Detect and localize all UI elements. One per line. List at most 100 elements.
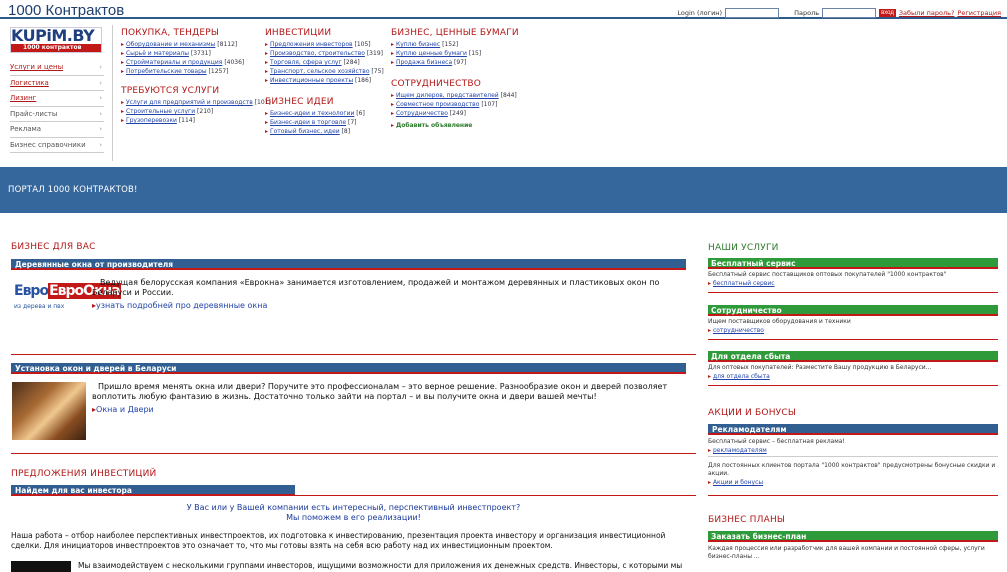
category-title: ПОКУПКА, ТЕНДЕРЫ bbox=[121, 28, 219, 38]
service-text: Бесплатный сервис поставщиков оптовых по… bbox=[708, 271, 947, 278]
invest-paragraph: Наша работа – отбор наиболее перспективн… bbox=[11, 531, 666, 550]
leftnav-item-ads[interactable]: Реклама › bbox=[10, 122, 104, 138]
category-coop: СОТРУДНИЧЕСТВО ▸ Ищем дилеров, представи… bbox=[391, 80, 531, 130]
list-item[interactable]: ▸ Торговля, сфера услуг [284] bbox=[265, 58, 389, 67]
promo-link[interactable]: ▸ Акции и бонусы bbox=[708, 479, 763, 487]
plan-bar: Заказать бизнес-план bbox=[708, 531, 998, 542]
leftnav-item-directories[interactable]: Бизнес справочники › bbox=[10, 138, 104, 153]
password-input[interactable] bbox=[822, 8, 877, 18]
business-item-bar: Установка окон и дверей в Беларуси bbox=[11, 363, 686, 374]
service-bar: Для отдела сбыта bbox=[708, 351, 998, 362]
category-title: ИНВЕСТИЦИИ bbox=[265, 28, 332, 38]
list-item[interactable]: ▸ Бизнес-идеи и технологии [6] bbox=[265, 109, 389, 118]
list-item[interactable]: ▸ Бизнес-идеи в торговле [7] bbox=[265, 118, 389, 127]
site-logo[interactable]: KUPiM.BY 1000 контрактов bbox=[10, 27, 102, 53]
list-item[interactable]: ▸ Потребительские товары [1257] bbox=[121, 67, 261, 76]
logo-subtext: 1000 контрактов bbox=[11, 44, 101, 52]
divider bbox=[708, 339, 998, 340]
category-title: СОТРУДНИЧЕСТВО bbox=[391, 79, 482, 89]
category-pokupka: ПОКУПКА, ТЕНДЕРЫ ▸ Оборудование и механи… bbox=[121, 29, 261, 76]
login-input[interactable] bbox=[725, 8, 780, 18]
logo-text: KUPiM.BY bbox=[11, 26, 95, 45]
chevron-right-icon: › bbox=[99, 140, 102, 149]
list-item[interactable]: ▸ Стройматериалы и продукция [4036] bbox=[121, 58, 261, 67]
divider bbox=[708, 385, 998, 386]
password-label: Пароль bbox=[794, 9, 820, 17]
business-item-link[interactable]: ▸Окна и Двери bbox=[92, 405, 154, 414]
portal-banner: ПОРТАЛ 1000 КОНТРАКТОВ! bbox=[0, 167, 1007, 213]
service-link[interactable]: ▸ сотрудничество bbox=[708, 327, 764, 335]
list-item[interactable]: ▸ Куплю ценные бумаги [15] bbox=[391, 49, 531, 58]
add-listing-link[interactable]: ▸ Добавить объявление bbox=[391, 121, 531, 130]
divider bbox=[11, 495, 696, 496]
list-item[interactable]: ▸ Строительные услуги [210] bbox=[121, 107, 261, 116]
list-item[interactable]: ▸ Транспорт, сельское хозяйство [75] bbox=[265, 67, 389, 76]
leftnav-item-pricelists[interactable]: Прайс-листы › bbox=[10, 107, 104, 122]
investor-image bbox=[11, 561, 71, 572]
divider bbox=[11, 354, 696, 355]
divider bbox=[11, 453, 696, 454]
service-bar: Сотрудничество bbox=[708, 305, 998, 316]
chevron-right-icon: › bbox=[99, 78, 102, 87]
login-form: Login (логин) Пароль вход Забыли пароль?… bbox=[677, 7, 1001, 19]
list-item[interactable]: ▸ Ищем дилеров, представителей [844] bbox=[391, 91, 531, 100]
section-title-services: НАШИ УСЛУГИ bbox=[708, 243, 779, 253]
list-item[interactable]: ▸ Совместное производство [107] bbox=[391, 100, 531, 109]
register-link[interactable]: Регистрация bbox=[957, 9, 1001, 17]
category-uslugi: ТРЕБУЮТСЯ УСЛУГИ ▸ Услуги для предприяти… bbox=[121, 86, 271, 125]
list-item[interactable]: ▸ Оборудование и механизмы [8112] bbox=[121, 40, 261, 49]
window-photo[interactable] bbox=[12, 382, 86, 440]
section-title-promo: АКЦИИ И БОНУСЫ bbox=[708, 408, 796, 418]
promo-text: Для постоянных клиентов портала "1000 ко… bbox=[708, 462, 996, 477]
list-item[interactable]: ▸ Услуги для предприятий и производств [… bbox=[121, 98, 271, 107]
promo-text: Бесплатный сервис – бесплатная реклама! bbox=[708, 438, 845, 445]
service-text: Ищем поставщиков оборудования и техники bbox=[708, 318, 851, 325]
business-item-text: Ведущая белорусская компания «Еврокна» з… bbox=[92, 278, 660, 297]
list-item[interactable]: ▸ Готовый бизнес, идеи [8] bbox=[265, 127, 389, 136]
divider bbox=[708, 292, 998, 293]
list-item[interactable]: ▸ Продажа бизнеса [97] bbox=[391, 58, 531, 67]
category-cb: БИЗНЕС, ЦЕННЫЕ БУМАГИ ▸ Куплю бизнес [15… bbox=[391, 29, 531, 67]
left-nav: Услуги и цены › Логистика › Лизинг › Прайс-… bbox=[10, 60, 104, 153]
login-label: Login (логин) bbox=[677, 9, 723, 17]
business-item-link[interactable]: ▸узнать подробней про деревянные окна bbox=[92, 301, 267, 310]
forgot-password-link[interactable]: Забыли пароль? bbox=[899, 9, 955, 17]
divider bbox=[708, 495, 998, 496]
service-text: Для оптовых покупателей: Разместите Вашу… bbox=[708, 364, 932, 371]
chevron-right-icon: › bbox=[99, 125, 102, 134]
category-ideas: БИЗНЕС ИДЕИ ▸ Бизнес-идеи и технологии [… bbox=[265, 98, 389, 136]
list-item[interactable]: ▸ Производство, строительство [319] bbox=[265, 49, 389, 58]
promo-bar: Рекламодателям bbox=[708, 424, 998, 435]
promo-link[interactable]: ▸ рекламодателям bbox=[708, 447, 767, 455]
evrookna-logo[interactable]: ЕвроЕвроОкна из дерева и пвх bbox=[14, 283, 121, 333]
leftnav-item-leasing[interactable]: Лизинг › bbox=[10, 91, 104, 107]
business-item-text: Пришло время менять окна или двери? Пору… bbox=[92, 382, 668, 401]
login-button[interactable]: вход bbox=[879, 9, 896, 17]
chevron-right-icon: › bbox=[99, 63, 102, 72]
list-item[interactable]: ▸ Грузоперевозки [114] bbox=[121, 116, 261, 125]
section-title-business: БИЗНЕС ДЛЯ ВАС bbox=[11, 242, 96, 252]
invest-question: У Вас или у Вашей компании есть интересн… bbox=[186, 503, 521, 522]
category-invest: ИНВЕСТИЦИИ ▸ Предложения инвесторов [105… bbox=[265, 29, 389, 85]
chevron-right-icon: › bbox=[99, 109, 102, 118]
list-item[interactable]: ▸ Сотрудничество [249] bbox=[391, 109, 531, 118]
plan-text: Каждая процессия или разработчик для ваш… bbox=[708, 545, 985, 560]
divider bbox=[708, 456, 998, 457]
service-bar: Бесплатный сервис bbox=[708, 258, 998, 269]
leftnav-item-prices[interactable]: Услуги и цены › bbox=[10, 60, 104, 76]
business-item-bar: Деревянные окна от производителя bbox=[11, 259, 686, 270]
section-title-plans: БИЗНЕС ПЛАНЫ bbox=[708, 515, 786, 525]
service-link[interactable]: ▸ бесплатный сервис bbox=[708, 280, 775, 288]
category-title: БИЗНЕС, ЦЕННЫЕ БУМАГИ bbox=[391, 28, 519, 38]
banner-title: ПОРТАЛ 1000 КОНТРАКТОВ! bbox=[8, 185, 138, 195]
list-item[interactable]: ▸ Сырьё и материалы [3731] bbox=[121, 49, 261, 58]
section-title-invest: ПРЕДЛОЖЕНИЯ ИНВЕСТИЦИЙ bbox=[11, 469, 157, 479]
leftnav-item-logistics[interactable]: Логистика › bbox=[10, 76, 104, 91]
list-item[interactable]: ▸ Предложения инвесторов [105] bbox=[265, 40, 389, 49]
category-title: ТРЕБУЮТСЯ УСЛУГИ bbox=[121, 86, 220, 96]
list-item[interactable]: ▸ Куплю бизнес [152] bbox=[391, 40, 531, 49]
service-link[interactable]: ▸ для отдела сбыта bbox=[708, 373, 770, 381]
category-title: БИЗНЕС ИДЕИ bbox=[265, 97, 334, 107]
invest-paragraph-2: Мы взаимодействуем с несколькими группам… bbox=[78, 561, 683, 570]
list-item[interactable]: ▸ Инвестиционные проекты [186] bbox=[265, 76, 389, 85]
